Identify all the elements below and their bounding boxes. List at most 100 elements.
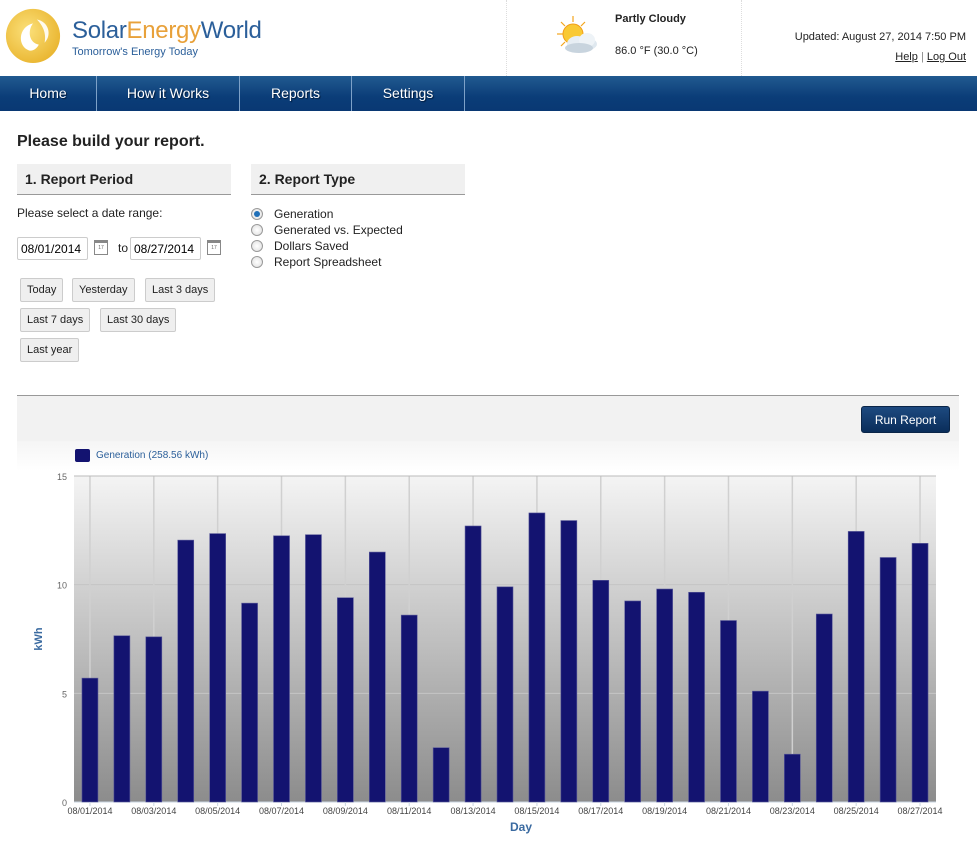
y-tick-label: 0 [62, 798, 67, 808]
brand-name: SolarEnergyWorld Tomorrow's Energy Today [72, 17, 262, 59]
page-title: Please build your report. [17, 133, 205, 150]
bar-08-01-2014[interactable] [81, 677, 99, 803]
bar-08-26-2014[interactable] [879, 557, 897, 803]
last-30-days-button[interactable]: Last 30 days [100, 308, 177, 332]
x-tick-label: 08/13/2014 [451, 806, 496, 816]
x-tick-label: 08/25/2014 [834, 806, 879, 816]
help-link[interactable]: Help [895, 51, 918, 63]
nav-settings[interactable]: Settings [352, 76, 465, 111]
generation-chart: Generation (258.56 kWh) 0 5 10 15 08/01/201… [17, 441, 959, 841]
bar-08-14-2014[interactable] [496, 586, 514, 803]
x-axis-label: Day [510, 820, 532, 834]
y-tick-label: 5 [62, 689, 67, 699]
start-calendar-icon[interactable]: 17 [94, 240, 108, 255]
radio-unselected[interactable] [251, 240, 263, 252]
bar-08-13-2014[interactable] [464, 525, 482, 803]
bar-08-03-2014[interactable] [145, 636, 163, 803]
to-label: to [118, 241, 129, 255]
radio-unselected[interactable] [251, 224, 263, 236]
today-button[interactable]: Today [20, 278, 64, 302]
logout-link[interactable]: Log Out [927, 51, 966, 63]
weather-temperature: 86.0 °F (30.0 °C) [615, 45, 698, 57]
x-tick-label: 08/23/2014 [770, 806, 815, 816]
header-links: Help | Log Out [895, 51, 966, 63]
x-tick-label: 08/09/2014 [323, 806, 368, 816]
bar-08-12-2014[interactable] [432, 747, 450, 803]
radio-label: Report Spreadsheet [274, 255, 382, 269]
bar-08-21-2014[interactable] [720, 620, 737, 803]
chart-plot: 0 5 10 15 08/01/2014 08/03/2014 08/05/2014 08/… [33, 472, 943, 834]
end-calendar-icon[interactable]: 17 [207, 240, 221, 255]
start-date-input[interactable] [17, 237, 88, 260]
link-separator: | [920, 51, 924, 63]
bar-08-27-2014[interactable] [911, 543, 929, 803]
report-type-generation[interactable]: Generation [251, 206, 403, 222]
end-date-input[interactable] [130, 237, 201, 260]
x-tick-label: 08/05/2014 [195, 806, 240, 816]
report-type-spreadsheet[interactable]: Report Spreadsheet [251, 254, 403, 270]
weather-condition: Partly Cloudy [615, 13, 686, 25]
header: SolarEnergyWorld Tomorrow's Energy Today… [0, 0, 977, 76]
brand-logo[interactable]: SolarEnergyWorld Tomorrow's Energy Today [4, 6, 262, 64]
date-range-prompt: Please select a date range: [17, 206, 163, 220]
bar-08-17-2014[interactable] [592, 580, 610, 803]
y-tick-label: 15 [57, 472, 67, 482]
bar-08-05-2014[interactable] [209, 533, 226, 803]
last-7-days-button[interactable]: Last 7 days [20, 308, 91, 332]
x-tick-label: 08/01/2014 [67, 806, 112, 816]
y-tick-label: 10 [57, 581, 67, 591]
last-3-days-button[interactable]: Last 3 days [145, 278, 216, 302]
radio-unselected[interactable] [251, 256, 263, 268]
nav-home[interactable]: Home [0, 76, 97, 111]
weather-widget: Partly Cloudy 86.0 °F (30.0 °C) [506, 0, 742, 76]
x-tick-label: 08/27/2014 [898, 806, 943, 816]
bar-08-09-2014[interactable] [337, 597, 354, 803]
x-tick-label: 08/17/2014 [578, 806, 623, 816]
radio-label: Generation [274, 207, 334, 221]
bar-08-25-2014[interactable] [847, 531, 865, 803]
x-tick-label: 08/15/2014 [514, 806, 559, 816]
bar-08-11-2014[interactable] [400, 614, 418, 803]
x-tick-label: 08/19/2014 [642, 806, 687, 816]
brand-tagline: Tomorrow's Energy Today [72, 46, 199, 58]
run-report-button[interactable]: Run Report [861, 406, 950, 433]
last-updated: Updated: August 27, 2014 7:50 PM [794, 31, 966, 43]
last-year-button[interactable]: Last year [20, 338, 80, 362]
x-tick-label: 08/03/2014 [131, 806, 176, 816]
nav-how-it-works[interactable]: How it Works [97, 76, 240, 111]
sun-logo-icon [5, 8, 61, 64]
bar-08-18-2014[interactable] [624, 600, 642, 803]
brand-part-energy: Energy [126, 17, 202, 44]
run-report-bar: Run Report [17, 395, 959, 441]
bar-08-22-2014[interactable] [752, 690, 769, 803]
bar-08-04-2014[interactable] [177, 539, 195, 803]
bar-08-16-2014[interactable] [560, 520, 578, 803]
bar-08-06-2014[interactable] [241, 602, 258, 803]
bar-08-23-2014[interactable] [784, 753, 801, 803]
report-type-dollars-saved[interactable]: Dollars Saved [251, 238, 403, 254]
bar-08-20-2014[interactable] [688, 591, 705, 803]
radio-selected[interactable] [251, 208, 263, 220]
radio-label: Generated vs. Expected [274, 223, 403, 237]
bar-08-07-2014[interactable] [273, 535, 290, 803]
y-axis-label: kWh [33, 627, 45, 651]
report-type-heading: 2. Report Type [251, 164, 465, 195]
main-nav: Home How it Works Reports Settings [0, 76, 977, 111]
brand-part-solar: Solar [72, 17, 127, 44]
yesterday-button[interactable]: Yesterday [72, 278, 135, 302]
partly-cloudy-icon [557, 16, 597, 53]
x-tick-label: 08/21/2014 [706, 806, 751, 816]
x-tick-label: 08/07/2014 [259, 806, 304, 816]
bar-08-02-2014[interactable] [113, 635, 131, 803]
bar-08-10-2014[interactable] [368, 551, 386, 803]
nav-reports[interactable]: Reports [240, 76, 352, 111]
report-period-heading: 1. Report Period [17, 164, 231, 195]
brand-part-world: World [200, 17, 262, 44]
report-type-generated-vs-expected[interactable]: Generated vs. Expected [251, 222, 403, 238]
radio-label: Dollars Saved [274, 239, 349, 253]
bar-08-15-2014[interactable] [528, 512, 546, 803]
bar-08-08-2014[interactable] [305, 534, 322, 803]
report-type-options: Generation Generated vs. Expected Dollar… [251, 206, 403, 270]
bar-08-24-2014[interactable] [815, 613, 833, 803]
bar-08-19-2014[interactable] [656, 588, 673, 803]
